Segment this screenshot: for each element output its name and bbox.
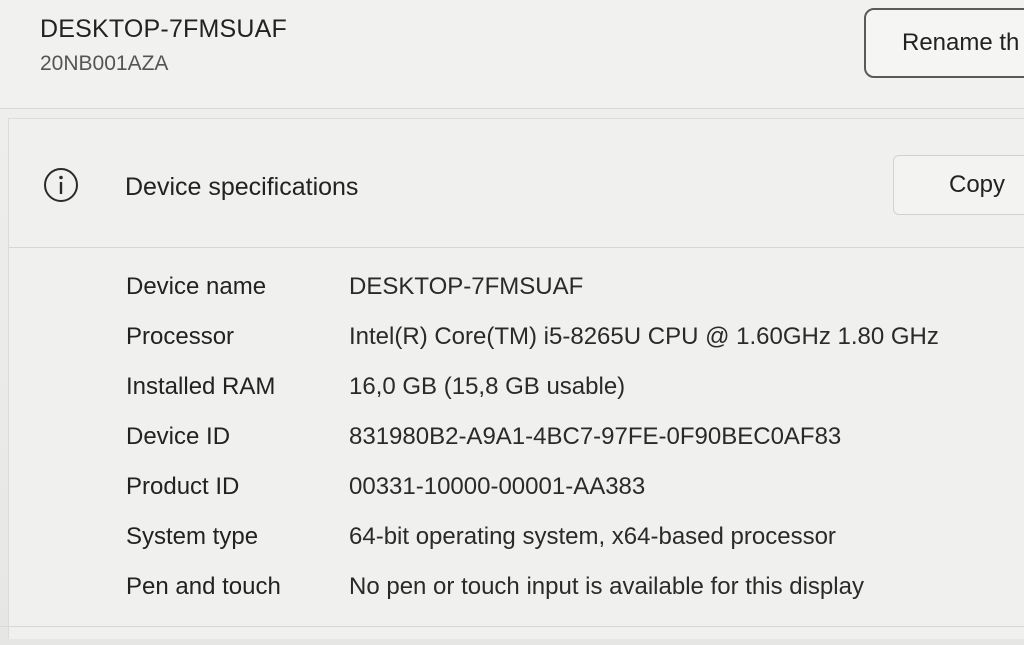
spec-value: Intel(R) Core(TM) i5-8265U CPU @ 1.60GHz… bbox=[349, 323, 939, 350]
spec-row-device-id: Device ID 831980B2-A9A1-4BC7-97FE-0F90BE… bbox=[9, 423, 1024, 467]
device-name-title: DESKTOP-7FMSUAF bbox=[40, 15, 288, 43]
spec-value: 16,0 GB (15,8 GB usable) bbox=[349, 373, 626, 400]
spec-value: No pen or touch input is available for t… bbox=[349, 573, 864, 600]
spec-row-device-name: Device name DESKTOP-7FMSUAF bbox=[9, 273, 1024, 317]
device-model-number: 20NB001AZA bbox=[40, 52, 169, 75]
spec-label: Installed RAM bbox=[126, 373, 276, 400]
spec-label: Device ID bbox=[126, 423, 231, 450]
settings-about-page: DESKTOP-7FMSUAF 20NB001AZA Rename th Dev… bbox=[0, 0, 1024, 645]
info-icon bbox=[43, 167, 79, 203]
spec-value: 64-bit operating system, x64-based proce… bbox=[349, 523, 836, 550]
spec-label: System type bbox=[126, 523, 259, 550]
spec-label: Processor bbox=[126, 323, 235, 350]
spec-row-pen-and-touch: Pen and touch No pen or touch input is a… bbox=[9, 573, 1024, 617]
spec-row-installed-ram: Installed RAM 16,0 GB (15,8 GB usable) bbox=[9, 373, 1024, 417]
spec-label: Pen and touch bbox=[126, 573, 281, 600]
spec-value: DESKTOP-7FMSUAF bbox=[349, 273, 584, 300]
spec-label: Device name bbox=[126, 273, 267, 300]
device-specifications-title: Device specifications bbox=[125, 173, 359, 201]
spec-value: 831980B2-A9A1-4BC7-97FE-0F90BEC0AF83 bbox=[349, 423, 842, 450]
spec-label: Product ID bbox=[126, 473, 240, 500]
spec-value: 00331-10000-00001-AA383 bbox=[349, 473, 646, 500]
spec-row-processor: Processor Intel(R) Core(TM) i5-8265U CPU… bbox=[9, 323, 1024, 367]
device-header-card: DESKTOP-7FMSUAF 20NB001AZA Rename th bbox=[0, 0, 1024, 109]
device-specifications-card: Device specifications Copy Device name D… bbox=[8, 118, 1024, 639]
spec-row-product-id: Product ID 00331-10000-00001-AA383 bbox=[9, 473, 1024, 517]
rename-pc-button[interactable]: Rename th bbox=[864, 8, 1024, 78]
spec-row-system-type: System type 64-bit operating system, x64… bbox=[9, 523, 1024, 567]
device-specifications-header[interactable]: Device specifications Copy bbox=[9, 119, 1024, 248]
copy-specs-button[interactable]: Copy bbox=[893, 155, 1024, 215]
section-divider bbox=[0, 626, 1024, 627]
